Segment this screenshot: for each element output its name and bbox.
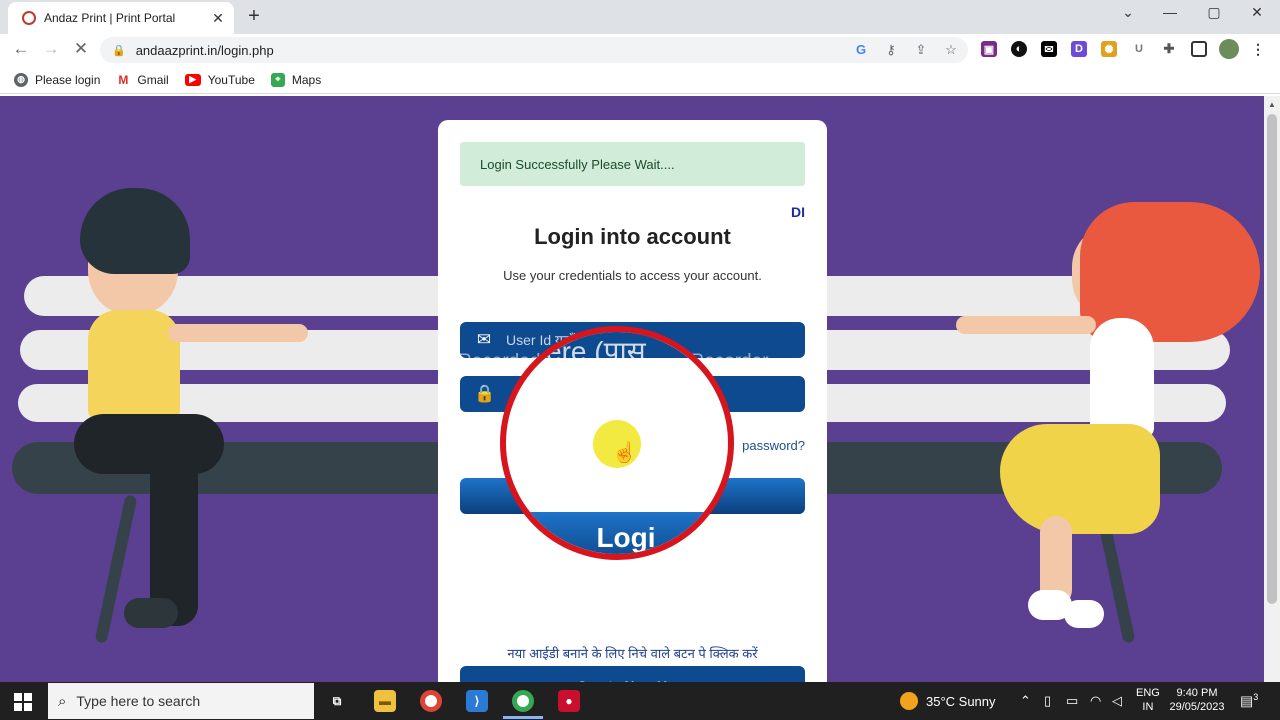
forward-arrow-icon[interactable]: → — [40, 39, 62, 59]
key-icon[interactable]: ⚷ — [882, 42, 900, 58]
region-code: IN — [1142, 701, 1154, 713]
close-window-button[interactable]: ✕ — [1247, 4, 1267, 21]
extension-u-icon[interactable]: U — [1131, 41, 1147, 57]
task-view-icon[interactable]: ⧉ — [326, 690, 348, 712]
zoom-lens-ghost-text: ere (पास — [546, 336, 646, 367]
search-placeholder: Type here to search — [76, 693, 201, 709]
bookmark-star-icon[interactable]: ☆ — [942, 42, 960, 58]
extension-d-icon[interactable]: D — [1071, 41, 1087, 57]
right-person-shoe-2 — [1064, 600, 1104, 628]
scroll-thumb[interactable] — [1267, 114, 1277, 604]
file-explorer-icon[interactable]: ▬ — [374, 690, 396, 712]
bookmark-please-login[interactable]: ◍ Please login — [14, 72, 101, 87]
page-subtitle: Use your credentials to access your acco… — [503, 268, 762, 283]
left-person-shoe — [124, 598, 178, 628]
browser-toolbar: ← → ✕ 🔒 andaazprint.in/login.php G ⚷ ⇪ ☆ — [0, 34, 1280, 66]
right-person-shirt — [1090, 318, 1154, 438]
left-person-arm — [168, 324, 308, 342]
weather-widget[interactable]: 35°C Sunny — [900, 692, 996, 710]
left-person-legs — [74, 414, 224, 474]
browser-tab[interactable]: Andaz Print | Print Portal ✕ — [8, 2, 234, 34]
extension-1-icon[interactable]: ▣ — [981, 41, 997, 57]
gmail-icon: M — [116, 72, 131, 87]
envelope-icon: ✉ — [476, 330, 492, 349]
globe-icon: ◍ — [14, 72, 28, 87]
hand-cursor-icon: ☝ — [612, 442, 637, 464]
extensions-puzzle-icon[interactable]: ✚ — [1161, 41, 1177, 57]
extension-mail-icon[interactable]: ✉ — [1041, 41, 1057, 57]
create-new-user-button[interactable]: Create New User — [460, 666, 805, 682]
page-title: Login into account — [534, 224, 731, 249]
left-person-shirt — [88, 310, 180, 420]
tray-device-icon[interactable]: ▯ — [1044, 693, 1051, 709]
notification-icon[interactable]: ▤3 — [1240, 692, 1258, 710]
language-indicator[interactable]: ENG IN — [1136, 686, 1160, 714]
notification-count: 3 — [1253, 692, 1259, 702]
bookmark-gmail[interactable]: M Gmail — [116, 72, 169, 87]
tab-search-icon[interactable]: ⌄ — [1118, 4, 1138, 21]
zoom-lens-login-label: Logi — [506, 512, 728, 554]
search-icon: ⌕ — [58, 692, 67, 710]
lock-icon: 🔒 — [474, 384, 496, 403]
right-person-arm — [956, 316, 1096, 334]
weather-text: 35°C Sunny — [926, 693, 996, 709]
bookmark-maps[interactable]: ⌖ Maps — [270, 72, 322, 87]
minimize-button[interactable]: — — [1160, 4, 1180, 20]
forgot-password-link[interactable]: password? — [742, 438, 805, 453]
bookmark-label: Gmail — [137, 72, 169, 87]
tray-chevron-icon[interactable]: ⌃ — [1020, 693, 1031, 709]
vscode-icon[interactable]: ⟩ — [466, 690, 488, 712]
tab-title: Andaz Print | Print Portal — [44, 11, 176, 25]
page-scrollbar[interactable]: ▲ — [1264, 96, 1280, 682]
bookmark-youtube[interactable]: ▶ YouTube — [184, 72, 255, 87]
screen-recorder-icon[interactable]: ● — [558, 690, 580, 712]
profile-avatar[interactable] — [1219, 39, 1239, 59]
chrome-active-icon[interactable] — [512, 690, 534, 712]
bookmark-label: Maps — [291, 72, 322, 87]
sun-icon — [900, 692, 918, 710]
lock-icon: 🔒 — [112, 44, 126, 57]
chrome-icon[interactable] — [420, 690, 442, 712]
extension-2-icon[interactable]: ◐ — [1011, 41, 1027, 57]
tab-close-icon[interactable]: ✕ — [210, 10, 226, 27]
language-code: ENG — [1136, 687, 1160, 699]
system-clock[interactable]: 9:40 PM 29/05/2023 — [1168, 686, 1226, 714]
google-translate-icon[interactable]: G — [852, 42, 870, 57]
browser-tabstrip: Andaz Print | Print Portal ✕ + ⌄ — ▢ ✕ — [0, 0, 1280, 34]
extension-gear-icon[interactable]: ✺ — [1101, 41, 1117, 57]
new-tab-button[interactable]: + — [243, 5, 265, 28]
success-alert: Login Successfully Please Wait.... — [460, 142, 805, 186]
bookmark-label: YouTube — [207, 72, 255, 87]
back-arrow-icon[interactable]: ← — [10, 39, 32, 59]
windows-taskbar: ⌕ Type here to search ⧉ ▬ ⟩ ● 35°C Sunny… — [0, 682, 1280, 720]
active-app-indicator — [503, 716, 543, 719]
maps-icon: ⌖ — [270, 72, 285, 87]
windows-start-icon[interactable] — [14, 693, 32, 711]
bookmark-label: Please login — [35, 72, 101, 87]
url-text: andaazprint.in/login.php — [135, 42, 274, 58]
side-panel-icon[interactable] — [1191, 41, 1207, 57]
scroll-up-icon[interactable]: ▲ — [1268, 100, 1276, 109]
left-person-hair — [80, 188, 190, 274]
maximize-button[interactable]: ▢ — [1204, 4, 1224, 21]
clock-date: 29/05/2023 — [1169, 701, 1225, 713]
right-person-skirt — [1000, 424, 1160, 534]
volume-icon[interactable]: ◁ — [1112, 693, 1122, 709]
share-icon[interactable]: ⇪ — [912, 42, 930, 58]
di-badge: DI — [791, 204, 805, 220]
site-favicon-icon — [22, 11, 36, 25]
bookmarks-bar: ◍ Please login M Gmail ▶ YouTube ⌖ Maps — [0, 66, 1280, 94]
clock-time: 9:40 PM — [1176, 687, 1218, 699]
taskbar-search[interactable]: ⌕ Type here to search — [48, 683, 314, 719]
youtube-icon: ▶ — [184, 73, 201, 86]
battery-icon[interactable]: ▭ — [1066, 693, 1078, 709]
create-account-note: नया आईडी बनाने के लिए निचे वाले बटन पे क… — [507, 646, 758, 661]
chrome-menu-icon[interactable]: ⋮ — [1250, 41, 1266, 57]
address-bar[interactable]: 🔒 andaazprint.in/login.php — [100, 37, 968, 63]
stop-loading-icon[interactable]: ✕ — [70, 39, 92, 59]
wifi-icon[interactable]: ◠ — [1090, 693, 1101, 709]
